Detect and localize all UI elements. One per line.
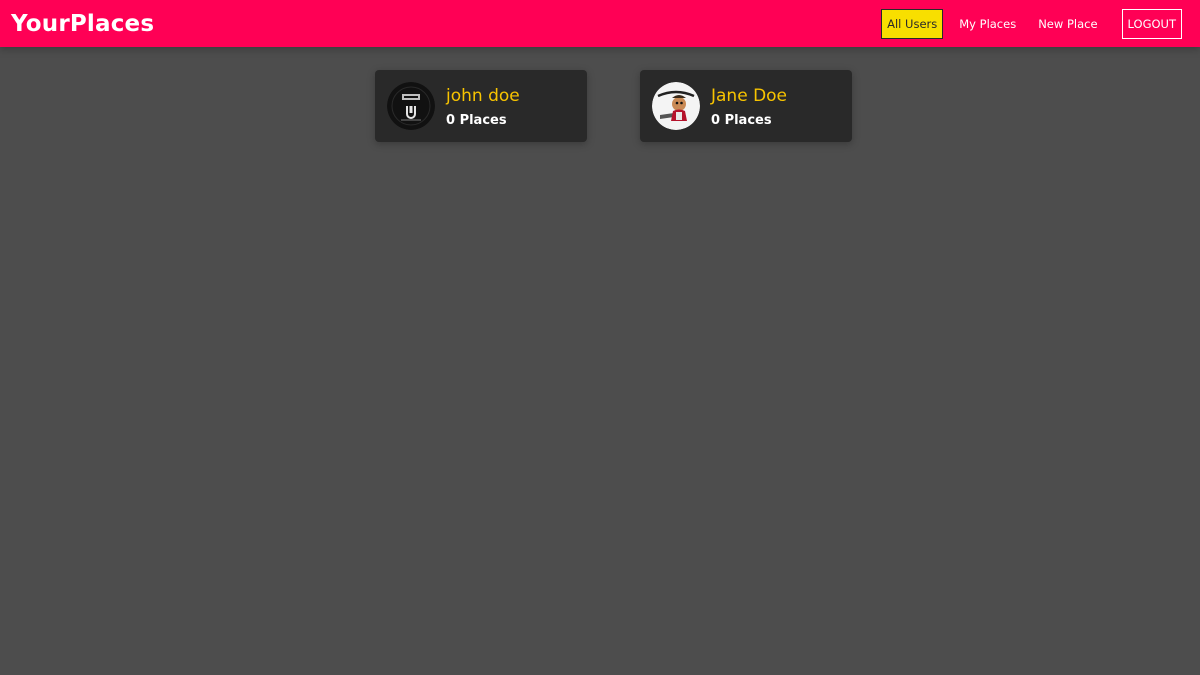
avatar (652, 82, 700, 130)
user-info: john doe 0 Places (446, 85, 520, 128)
main-header: YourPlaces All Users My Places New Place… (0, 0, 1200, 47)
user-places-count: 0 Places (711, 112, 772, 128)
user-name[interactable]: Jane Doe (711, 85, 787, 107)
user-list: john doe 0 Places Jane Doe 0 Places (375, 70, 905, 142)
main-nav: All Users My Places New Place LOGOUT (871, 8, 1182, 39)
user-name[interactable]: john doe (446, 85, 520, 107)
nav-item-all-users: All Users (871, 8, 944, 39)
user-info: Jane Doe 0 Places (711, 85, 787, 128)
app-logo[interactable]: YourPlaces (11, 11, 154, 37)
new-place-link[interactable]: New Place (1032, 9, 1103, 39)
all-users-link[interactable]: All Users (881, 8, 944, 39)
user-card[interactable]: john doe 0 Places (375, 70, 587, 142)
user-places-count: 0 Places (446, 112, 507, 128)
my-places-link[interactable]: My Places (953, 9, 1022, 39)
dark-logo-avatar-icon (387, 82, 435, 130)
cartoon-character-avatar-icon (652, 82, 700, 130)
nav-item-logout: LOGOUT (1104, 8, 1182, 39)
avatar (387, 82, 435, 130)
logout-button[interactable]: LOGOUT (1121, 8, 1182, 39)
nav-item-new-place: New Place (1022, 9, 1103, 39)
user-card[interactable]: Jane Doe 0 Places (640, 70, 852, 142)
nav-item-my-places: My Places (943, 9, 1022, 39)
